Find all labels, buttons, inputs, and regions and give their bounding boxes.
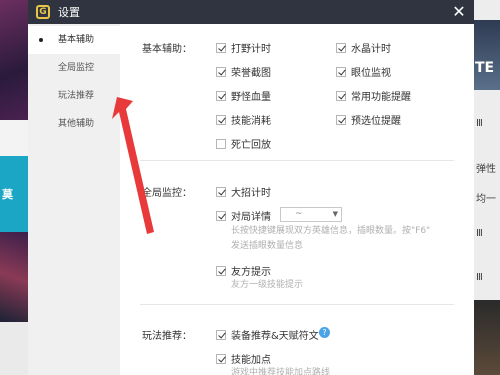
dialog-title: 设置 bbox=[58, 6, 80, 19]
settings-sidebar: 基本辅助 全局监控 玩法推荐 其他辅助 bbox=[28, 24, 120, 375]
chevron-down-icon: ▼ bbox=[332, 210, 338, 218]
section-title-monitor: 全局监控： bbox=[142, 188, 192, 199]
background-text: Ⅲ bbox=[476, 228, 483, 239]
hotkey-select[interactable]: ~ ▼ bbox=[280, 207, 342, 222]
skill-points-description: 游戏中推荐技能加点路线 bbox=[231, 368, 331, 375]
sidebar-item-label: 玩法推荐 bbox=[58, 91, 95, 101]
settings-dialog: G 设置 ✕ 基本辅助 全局监控 玩法推荐 其他辅助 基本辅助： 打野计时 水晶… bbox=[28, 0, 474, 375]
checkbox-honor-screenshot[interactable]: 荣誉截图 bbox=[216, 64, 271, 79]
background-artwork: TE bbox=[474, 20, 500, 90]
ally-hint-description: 友方一级技能提示 bbox=[231, 280, 304, 290]
checkbox-icon bbox=[216, 138, 226, 149]
description-line: 发送插眼数量信息 bbox=[231, 241, 304, 251]
background-glyph: TE bbox=[475, 60, 495, 76]
background-banner: 莫 bbox=[0, 156, 28, 232]
checkbox-death-replay[interactable]: 死亡回放 bbox=[216, 136, 271, 151]
checkbox-label: 预选位提醒 bbox=[351, 116, 401, 127]
settings-content: 基本辅助： 打野计时 水晶计时 荣誉截图 眼位监视 野怪血量 常用功能提醒 技能… bbox=[120, 24, 474, 375]
background-artwork bbox=[0, 0, 28, 120]
background-text: Ⅲ bbox=[476, 118, 483, 129]
checkbox-skill-points[interactable]: 技能加点 bbox=[216, 351, 271, 366]
checkbox-icon bbox=[216, 186, 226, 197]
sidebar-item-other[interactable]: 其他辅助 bbox=[28, 110, 120, 138]
checkbox-label: 技能加点 bbox=[231, 355, 271, 366]
match-detail-description: 长按快捷键展现双方英雄信息，插眼数量。按"F6" 发送插眼数量信息 bbox=[231, 224, 430, 254]
background-text: Ⅲ bbox=[476, 272, 483, 283]
background-panel bbox=[0, 120, 28, 156]
checkbox-label: 死亡回放 bbox=[231, 140, 271, 151]
sidebar-item-basic[interactable]: 基本辅助 bbox=[28, 26, 120, 54]
section-divider bbox=[140, 304, 454, 305]
checkbox-icon bbox=[336, 66, 346, 77]
checkbox-icon bbox=[216, 90, 226, 101]
background-app-left: 莫 bbox=[0, 0, 28, 375]
background-text: 弹性 bbox=[476, 164, 496, 175]
checkbox-icon bbox=[216, 353, 226, 364]
background-artwork bbox=[0, 232, 28, 322]
background-panel bbox=[0, 322, 28, 375]
checkbox-label: 大招计时 bbox=[231, 188, 271, 199]
checkbox-icon bbox=[336, 90, 346, 101]
checkbox-icon bbox=[216, 210, 226, 221]
background-artwork bbox=[474, 300, 500, 375]
checkbox-crystal-timer[interactable]: 水晶计时 bbox=[336, 40, 391, 55]
sidebar-item-monitor[interactable]: 全局监控 bbox=[28, 54, 120, 82]
checkbox-monster-hp[interactable]: 野怪血量 bbox=[216, 88, 271, 103]
active-dot-icon bbox=[39, 38, 43, 42]
sidebar-item-label: 其他辅助 bbox=[58, 119, 95, 129]
checkbox-label: 眼位监视 bbox=[351, 68, 391, 79]
checkbox-ult-timer[interactable]: 大招计时 bbox=[216, 184, 271, 199]
section-title-basic: 基本辅助： bbox=[142, 44, 192, 55]
checkbox-label: 友方提示 bbox=[231, 267, 271, 278]
checkbox-ally-hint[interactable]: 友方提示 bbox=[216, 263, 271, 278]
checkbox-icon bbox=[216, 66, 226, 77]
close-button[interactable]: ✕ bbox=[450, 2, 468, 22]
description-line: 长按快捷键展现双方英雄信息，插眼数量。按"F6" bbox=[231, 226, 431, 236]
checkbox-label: 水晶计时 bbox=[351, 44, 391, 55]
help-icon[interactable]: ? bbox=[319, 327, 330, 338]
checkbox-icon bbox=[216, 329, 226, 340]
checkbox-label: 技能消耗 bbox=[231, 116, 271, 127]
title-bar: G 设置 ✕ bbox=[28, 0, 474, 24]
checkbox-icon bbox=[336, 42, 346, 53]
checkbox-match-detail[interactable]: 对局详情 bbox=[216, 208, 271, 223]
checkbox-icon bbox=[216, 114, 226, 125]
checkbox-label: 打野计时 bbox=[231, 44, 271, 55]
app-logo-icon: G bbox=[36, 5, 50, 19]
sidebar-item-label: 全局监控 bbox=[58, 63, 95, 73]
checkbox-label: 野怪血量 bbox=[231, 92, 271, 103]
checkbox-icon bbox=[336, 114, 346, 125]
sidebar-item-label: 基本辅助 bbox=[58, 35, 95, 45]
checkbox-label: 荣誉截图 bbox=[231, 68, 271, 79]
checkbox-skill-cost[interactable]: 技能消耗 bbox=[216, 112, 271, 127]
checkbox-label: 装备推荐&天赋符文 bbox=[231, 331, 319, 342]
section-title-play: 玩法推荐： bbox=[142, 331, 192, 342]
checkbox-label: 常用功能提醒 bbox=[351, 92, 411, 103]
checkbox-common-reminder[interactable]: 常用功能提醒 bbox=[336, 88, 411, 103]
checkbox-preselect-reminder[interactable]: 预选位提醒 bbox=[336, 112, 401, 127]
checkbox-jungle-timer[interactable]: 打野计时 bbox=[216, 40, 271, 55]
background-app-right: TE Ⅲ 弹性 均一 Ⅲ Ⅲ bbox=[474, 0, 500, 375]
checkbox-build-recommend[interactable]: 装备推荐&天赋符文 bbox=[216, 327, 319, 342]
background-text: 均一 bbox=[476, 194, 496, 205]
section-divider bbox=[140, 160, 454, 161]
checkbox-icon bbox=[216, 265, 226, 276]
sidebar-item-play[interactable]: 玩法推荐 bbox=[28, 82, 120, 110]
background-glyph: 莫 bbox=[2, 188, 13, 201]
select-value: ~ bbox=[295, 209, 303, 219]
checkbox-label: 对局详情 bbox=[231, 212, 271, 223]
checkbox-icon bbox=[216, 42, 226, 53]
checkbox-ward-watch[interactable]: 眼位监视 bbox=[336, 64, 391, 79]
